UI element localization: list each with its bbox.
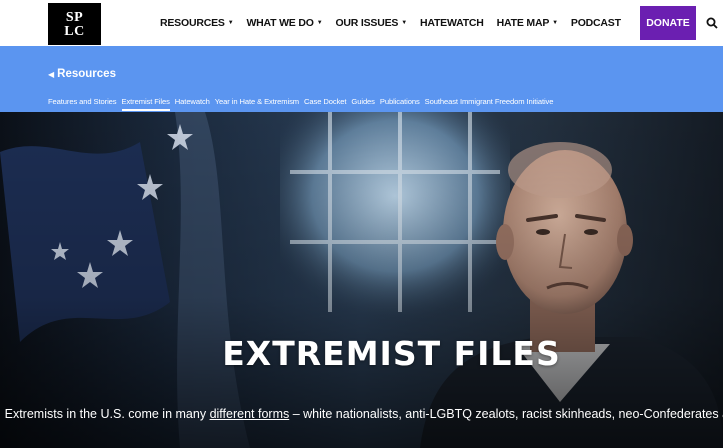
main-navigation: RESOURCES ▼ WHAT WE DO ▼ OUR ISSUES ▼ HA… [160,0,634,46]
hero-desc-text-1: Extremists in the U.S. come in many [4,407,210,421]
nav-item-label: PODCAST [570,17,621,29]
nav-item-label: OUR ISSUES [335,17,399,29]
nav-item-hatewatch[interactable]: HATEWATCH [420,17,484,29]
nav-item-our-issues[interactable]: OUR ISSUES ▼ [335,17,407,29]
caret-down-icon: ▼ [227,20,234,26]
hero-photo [0,112,723,448]
nav-item-resources[interactable]: RESOURCES ▼ [160,17,234,29]
back-link-label: Resources [57,68,116,80]
nav-item-label: HATE MAP [496,17,550,29]
nav-item-hate-map[interactable]: HATE MAP ▼ [497,17,558,29]
tab-extremist-files[interactable]: Extremist Files [121,97,170,111]
logo-line-1: SP [65,10,84,25]
tab-guides[interactable]: Guides [351,97,375,111]
page-title: EXTREMIST FILES [222,334,561,373]
caret-down-icon: ▼ [401,20,407,26]
tab-southeast-immigrant-freedom[interactable]: Southeast Immigrant Freedom Initiative [425,97,554,111]
hero-description: Extremists in the U.S. come in many diff… [0,406,723,423]
tab-publications[interactable]: Publications [380,97,420,111]
splc-logo[interactable]: SP LC [48,3,101,45]
tab-features-and-stories[interactable]: Features and Stories [48,97,117,111]
nav-item-what-we-do[interactable]: WHAT WE DO ▼ [246,17,322,29]
site-header: SP LC RESOURCES ▼ WHAT WE DO ▼ OUR ISSUE… [0,0,723,46]
caret-down-icon: ▼ [316,20,323,26]
back-to-resources-link[interactable]: ◀ Resources [48,68,116,80]
different-forms-link[interactable]: different forms [210,407,290,421]
caret-down-icon: ▼ [552,20,558,26]
nav-item-label: WHAT WE DO [246,17,314,29]
search-icon[interactable] [706,17,718,29]
tab-year-in-hate[interactable]: Year in Hate & Extremism [215,97,299,111]
tab-hatewatch[interactable]: Hatewatch [175,97,210,111]
subnav-tabs: Features and Stories Extremist Files Hat… [48,97,558,111]
logo-line-2: LC [64,24,85,39]
resources-subnav: ◀ Resources Features and Stories Extremis… [0,46,723,112]
nav-item-label: RESOURCES [160,17,225,29]
nav-item-label: HATEWATCH [419,17,484,29]
donate-button[interactable]: DONATE [640,6,696,40]
back-arrow-icon: ◀ [48,70,55,79]
nav-item-podcast[interactable]: PODCAST [571,17,621,29]
hero-banner: EXTREMIST FILES Extremists in the U.S. c… [0,112,723,448]
tab-case-docket[interactable]: Case Docket [304,97,346,111]
hero-desc-text-2: – white nationalists, anti-LGBTQ zealots… [292,407,723,421]
